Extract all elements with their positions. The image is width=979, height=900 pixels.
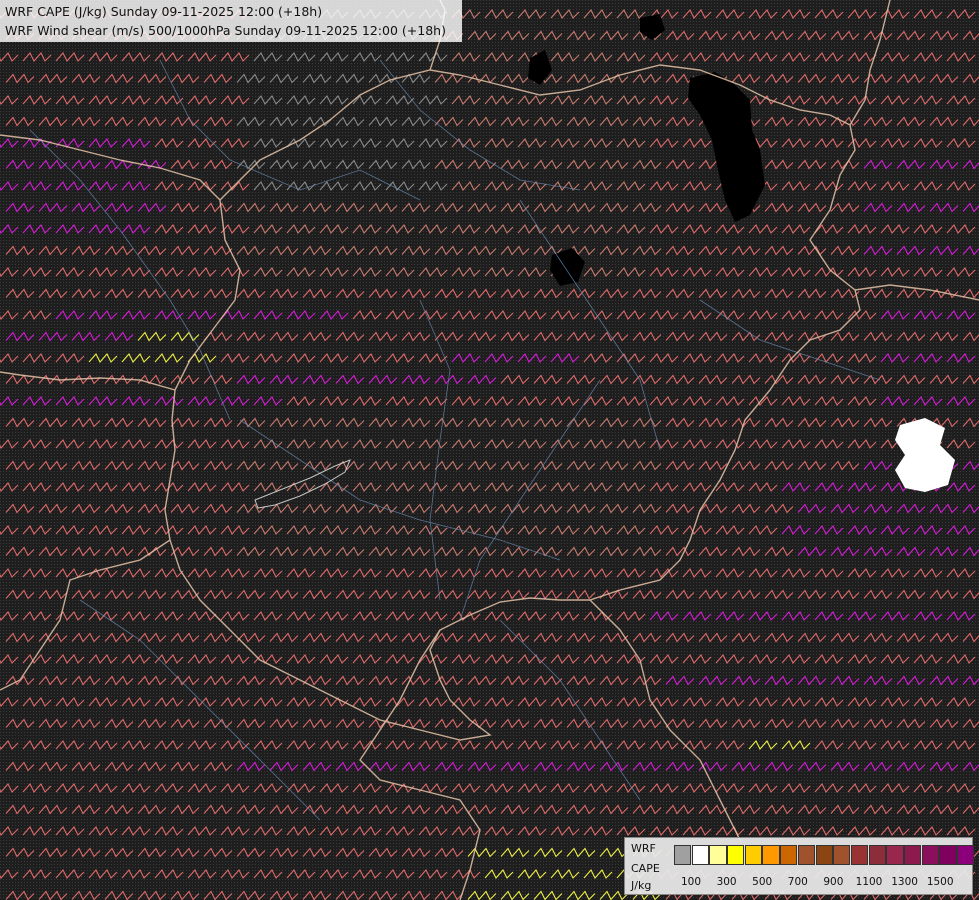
legend-swatch — [691, 845, 709, 865]
legend-tick-label: 1500 — [926, 876, 954, 888]
legend-swatch — [674, 845, 692, 865]
legend-tick-label: 700 — [787, 876, 808, 888]
legend-swatch — [797, 845, 816, 865]
map-title-box: WRF CAPE (J/kg) Sunday 09-11-2025 12:00 … — [0, 0, 462, 42]
legend-swatch — [727, 845, 745, 865]
legend-ticks: 100 300 500 700 900 1100 1300 1500 — [674, 876, 974, 890]
weather-map — [0, 0, 979, 900]
legend-title-wrf: WRF — [631, 842, 656, 855]
legend-swatch — [815, 845, 833, 865]
legend-swatch — [744, 845, 763, 865]
legend-title-cape: CAPE — [631, 862, 660, 875]
legend-tick-label: 1300 — [891, 876, 918, 888]
legend-swatch — [868, 845, 886, 865]
legend-swatch — [709, 845, 727, 865]
legend-swatch — [780, 845, 798, 865]
legend-tick-label: 900 — [823, 876, 844, 888]
legend-tick-label: 500 — [752, 876, 773, 888]
legend-swatch — [833, 845, 851, 865]
legend-tick-label: 300 — [716, 876, 737, 888]
cape-legend: WRF CAPE J/kg 100 300 500 700 900 1100 1300 150… — [624, 837, 975, 895]
legend-swatch — [921, 845, 939, 865]
legend-swatch — [850, 845, 869, 865]
legend-swatch — [957, 845, 975, 865]
legend-swatch — [762, 845, 780, 865]
legend-swatches — [674, 845, 975, 865]
legend-swatch — [903, 845, 922, 865]
title-line-cape: WRF CAPE (J/kg) Sunday 09-11-2025 12:00 … — [5, 4, 323, 19]
legend-swatch — [939, 845, 957, 865]
legend-tick-label: 1100 — [855, 876, 883, 888]
legend-units: J/kg — [631, 879, 652, 892]
legend-swatch — [886, 845, 904, 865]
legend-tick-label: 100 — [680, 876, 702, 888]
title-line-wind-shear: WRF Wind shear (m/s) 500/1000hPa Sunday … — [5, 23, 446, 38]
